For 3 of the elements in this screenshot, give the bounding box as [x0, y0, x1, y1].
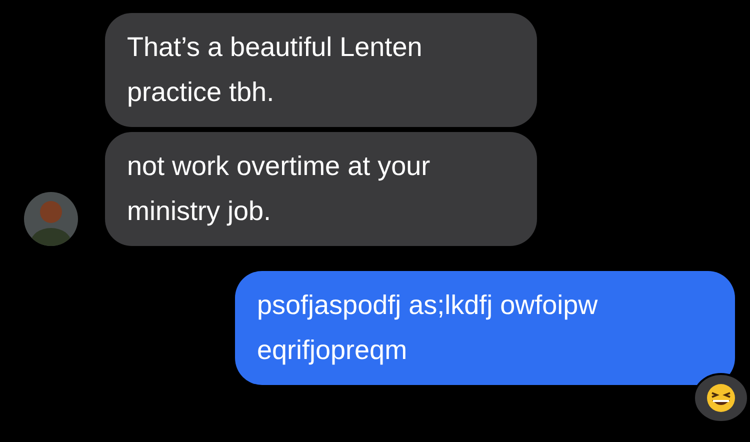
message-bubble: not work overtime at your ministry job. — [105, 132, 537, 246]
message-bubble: That’s a beautiful Lenten practice tbh. — [105, 13, 537, 127]
laughing-face-icon[interactable] — [693, 373, 749, 423]
